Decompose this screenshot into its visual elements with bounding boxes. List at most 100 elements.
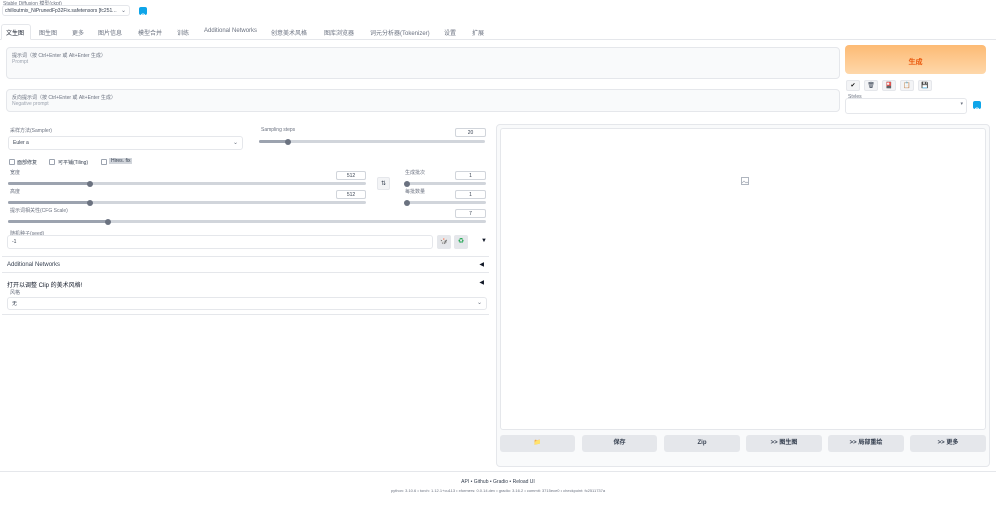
- extra-networks-button[interactable]: 🎴: [882, 80, 896, 91]
- gradio-link[interactable]: Gradio: [493, 479, 508, 485]
- clip-style-accordion[interactable]: 打开以调整 Clip 的美术风格! ◀ 风格 无 ⌄: [2, 276, 489, 315]
- cfg-label: 提示词相关性(CFG Scale): [10, 208, 68, 214]
- swap-dimensions-button[interactable]: ⇅: [377, 177, 390, 190]
- tab-aesthetic[interactable]: 创意美术风格: [271, 28, 307, 37]
- sampler-label: 采样方法(Sampler): [10, 128, 52, 134]
- save-button-label: 保存: [613, 440, 626, 446]
- width-label: 宽度: [10, 170, 21, 176]
- tiling-checkbox[interactable]: [49, 159, 55, 165]
- width-slider[interactable]: [8, 180, 366, 187]
- sampler-select[interactable]: Euler a ⌄: [8, 136, 243, 150]
- batch-count-slider[interactable]: [404, 180, 486, 187]
- chevron-down-icon: ⌄: [232, 140, 238, 146]
- slider-thumb[interactable]: [404, 180, 410, 187]
- style-select-label: 风格: [10, 290, 21, 296]
- tab-settings[interactable]: 设置: [444, 28, 456, 37]
- slider-thumb[interactable]: [285, 138, 292, 145]
- slider-thumb[interactable]: [105, 218, 112, 225]
- slider-thumb[interactable]: [404, 199, 410, 206]
- footer-links: API • Github • Gradio • Reload UI: [461, 479, 535, 485]
- card-icon: 🎴: [885, 83, 893, 89]
- output-gallery[interactable]: [500, 128, 986, 430]
- negative-prompt-label: 反向提示词（按 Ctrl+Enter 或 Alt+Enter 生成）: [12, 95, 116, 101]
- style-select[interactable]: 无 ⌄: [7, 297, 487, 310]
- negative-prompt-input[interactable]: Negative prompt: [12, 101, 49, 107]
- accordion-label: 打开以调整 Clip 的美术风格!: [7, 283, 83, 289]
- seed-extra-toggle[interactable]: ▼: [481, 238, 487, 244]
- slider-fill: [259, 140, 289, 143]
- sampling-steps-slider[interactable]: [259, 138, 485, 145]
- reload-ui-link[interactable]: Reload UI: [513, 479, 535, 485]
- height-input[interactable]: 512: [336, 190, 366, 199]
- cfg-slider[interactable]: [8, 218, 486, 225]
- tab-additional-networks[interactable]: Additional Networks: [204, 28, 257, 34]
- chevron-down-icon: ⌄: [120, 8, 126, 14]
- interrupt-check-button[interactable]: ✔: [846, 80, 860, 91]
- chevron-down-icon: ▾: [960, 101, 963, 107]
- send-to-img2img-label: >> 图生图: [770, 440, 798, 446]
- clear-prompt-button[interactable]: 🗑: [864, 80, 878, 91]
- open-folder-button[interactable]: 📁: [500, 435, 575, 452]
- save-style-button[interactable]: 💾: [918, 80, 932, 91]
- send-to-img2img-button[interactable]: >> 图生图: [746, 435, 822, 452]
- slider-thumb[interactable]: [87, 199, 94, 206]
- accordion-label: Additional Networks: [7, 262, 61, 268]
- seed-input[interactable]: -1: [7, 235, 433, 249]
- tab-train[interactable]: 训练: [177, 28, 189, 37]
- folder-icon: 📁: [533, 440, 542, 446]
- refresh-styles-button[interactable]: [973, 101, 981, 113]
- tab-extensions[interactable]: 扩展: [472, 28, 484, 37]
- tab-tokenizer[interactable]: 词元分析器(Tokenizer): [370, 28, 430, 37]
- hires-fix-label: Hires. fix: [109, 158, 133, 164]
- batch-size-slider[interactable]: [404, 199, 486, 206]
- prompt-input[interactable]: Prompt: [12, 59, 28, 65]
- zip-button-label: Zip: [697, 440, 707, 446]
- batch-size-input[interactable]: 1: [455, 190, 486, 199]
- refresh-checkpoint-button[interactable]: [139, 7, 147, 19]
- save-icon: 💾: [921, 83, 929, 89]
- checkpoint-select[interactable]: chilloutmix_NiPrunedFp32Fix.safetensors …: [2, 5, 130, 16]
- checkpoint-value: chilloutmix_NiPrunedFp32Fix.safetensors …: [5, 8, 118, 14]
- reuse-seed-button[interactable]: ♻: [454, 235, 468, 249]
- sampling-steps-label: Sampling steps: [261, 127, 296, 133]
- api-link[interactable]: API: [461, 479, 469, 485]
- batch-count-input[interactable]: 1: [455, 171, 486, 180]
- tab-img2img[interactable]: 图生图: [39, 28, 57, 37]
- height-label: 高度: [10, 189, 21, 195]
- tab-extras[interactable]: 更多: [72, 28, 84, 37]
- check-icon: ✔: [850, 83, 856, 89]
- github-link[interactable]: Github: [474, 479, 489, 485]
- send-to-extras-button[interactable]: >> 更多: [910, 435, 986, 452]
- tab-png-info[interactable]: 图片信息: [98, 28, 122, 37]
- footer-divider: [0, 471, 996, 472]
- styles-select[interactable]: ▾: [845, 98, 967, 114]
- hires-fix-checkbox[interactable]: [101, 159, 107, 165]
- send-to-inpaint-button[interactable]: >> 局部重绘: [828, 435, 904, 452]
- tab-underline: [0, 39, 996, 40]
- generate-button[interactable]: 生成: [845, 45, 986, 74]
- sampling-steps-input[interactable]: 20: [455, 128, 486, 137]
- save-button[interactable]: 保存: [582, 435, 657, 452]
- zip-button[interactable]: Zip: [664, 435, 740, 452]
- refresh-icon: [140, 13, 146, 19]
- restore-faces-checkbox[interactable]: [9, 159, 15, 165]
- tab-checkpoint-merger[interactable]: 模型合并: [138, 28, 162, 37]
- apply-style-button[interactable]: 📋: [900, 80, 914, 91]
- send-to-inpaint-label: >> 局部重绘: [849, 440, 883, 446]
- height-slider[interactable]: [8, 199, 366, 206]
- width-input[interactable]: 512: [336, 171, 366, 180]
- prompt-label: 提示词（按 Ctrl+Enter 或 Alt+Enter 生成）: [12, 53, 106, 59]
- image-placeholder-icon: [741, 177, 749, 185]
- generate-label: 生成: [908, 59, 923, 66]
- tab-image-browser[interactable]: 图库浏览器: [324, 28, 354, 37]
- random-seed-button[interactable]: 🎲: [437, 235, 451, 249]
- additional-networks-accordion[interactable]: Additional Networks ◀: [2, 256, 489, 273]
- slider-fill: [8, 201, 91, 204]
- chevron-down-icon: ⌄: [476, 300, 482, 306]
- sampler-value: Euler a: [13, 140, 29, 146]
- cfg-input[interactable]: 7: [455, 209, 486, 218]
- slider-thumb[interactable]: [87, 180, 94, 187]
- dice-icon: 🎲: [440, 239, 448, 245]
- send-to-extras-label: >> 更多: [937, 440, 959, 446]
- footer-versions: python: 3.10.6 • torch: 1.12.1+cu113 • x…: [390, 488, 606, 493]
